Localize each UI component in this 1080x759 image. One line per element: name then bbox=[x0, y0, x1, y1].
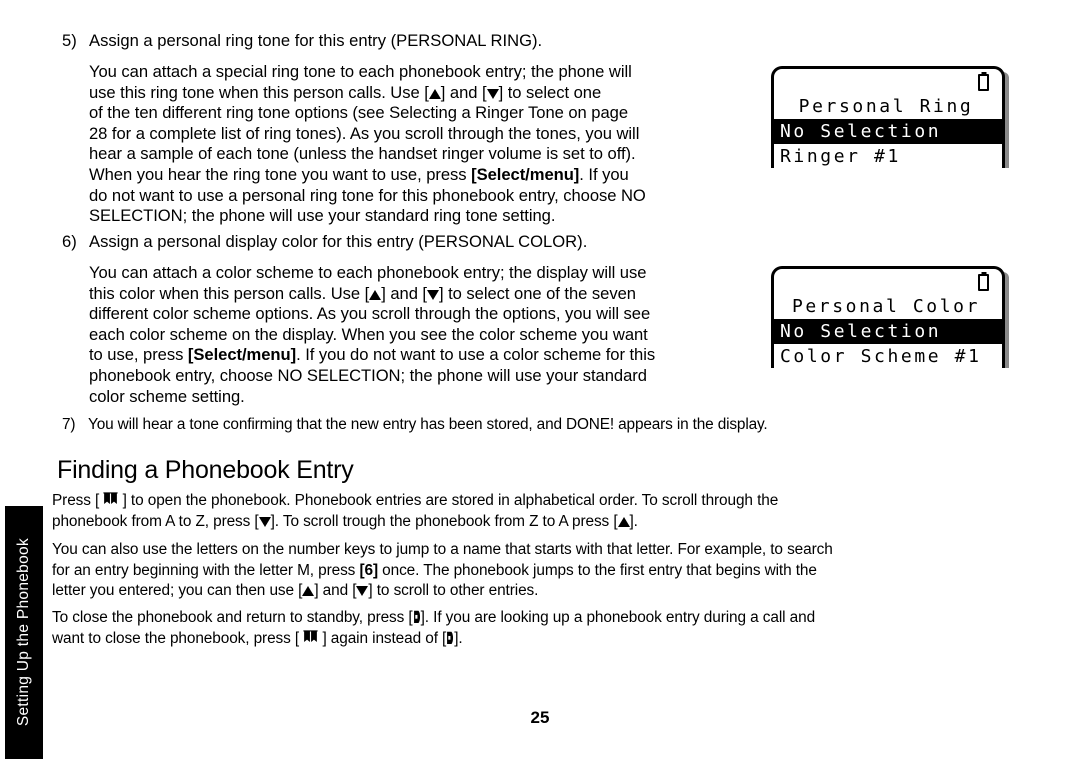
down-arrow-icon bbox=[486, 88, 499, 99]
paragraph-text: want to close the phonebook, press [ bbox=[52, 629, 304, 647]
step-5-line-4: 28 for a complete list of ring tones). A… bbox=[89, 123, 640, 143]
step-5-heading: Assign a personal ring tone for this ent… bbox=[89, 31, 543, 50]
lcd-status-bar bbox=[774, 269, 1002, 295]
paragraph-line: You can also use the letters on the numb… bbox=[52, 541, 833, 558]
up-arrow-icon bbox=[302, 586, 315, 597]
section-side-tab: Setting Up the Phonebook bbox=[5, 506, 43, 759]
paragraph-letter-jump: You can also use the letters on the numb… bbox=[52, 540, 1032, 602]
step-5-number: 5) bbox=[62, 31, 77, 50]
paragraph-line: phonebook from A to Z, press [ ]. To scro… bbox=[52, 512, 1032, 533]
down-arrow-icon bbox=[427, 289, 439, 300]
step-5-line-3: of the ten different ring tone options (… bbox=[89, 103, 628, 123]
paragraph-text: ] to open the phonebook. Phonebook entri… bbox=[122, 492, 779, 509]
page-number: 25 bbox=[530, 708, 550, 727]
step-7-number: 7) bbox=[62, 416, 76, 433]
step-6-line-4: each color scheme on the display. When y… bbox=[89, 324, 648, 344]
down-arrow-icon bbox=[356, 586, 369, 597]
lcd-row[interactable]: Color Scheme #1 bbox=[774, 344, 1002, 368]
lcd-row-selected[interactable]: No Selection bbox=[774, 119, 1002, 144]
paragraph-close-phonebook: To close the phonebook and return to sta… bbox=[52, 608, 1032, 649]
paragraph-text: Press [ bbox=[52, 492, 100, 509]
step-6-line-7: color scheme setting. bbox=[89, 386, 245, 406]
lcd-title-personal-color: Personal Color bbox=[791, 296, 981, 317]
lcd-screen-personal-ring: Personal Ring No Selection Ringer #1 bbox=[771, 66, 1005, 168]
lcd-row[interactable]: Ringer #1 bbox=[774, 144, 1002, 168]
paragraph-text: ] and [ bbox=[314, 582, 357, 600]
step-6-line-5: to use, press [Select/menu]. If you do n… bbox=[89, 345, 656, 365]
paragraph-text: ] to scroll to other entries. bbox=[368, 582, 539, 600]
up-arrow-icon bbox=[369, 289, 382, 300]
paragraph-text: letter you entered; you can then use [ bbox=[52, 582, 303, 600]
paragraph-open-phonebook: Press [ ] to open the phonebook. Phonebo… bbox=[52, 491, 1032, 532]
paragraph-text: once. The phonebook jumps to the first e… bbox=[377, 561, 817, 579]
paragraph-line: letter you entered; you can then use [ ] … bbox=[52, 581, 1032, 602]
up-arrow-icon bbox=[617, 516, 630, 527]
step-5-line-6: When you hear the ring tone you want to … bbox=[89, 164, 629, 184]
document-page: Setting Up the Phonebook 5) Assign a per… bbox=[0, 0, 1080, 759]
lcd-screen-personal-color: Personal Color No Selection Color Scheme… bbox=[771, 266, 1005, 368]
step-6-body: You can attach a color scheme to each ph… bbox=[89, 263, 779, 407]
step-6-line-3: different color scheme options. As you s… bbox=[89, 304, 651, 324]
paragraph-line: want to close the phonebook, press [ ] a… bbox=[52, 629, 1032, 650]
step-5-body: You can attach a special ring tone to ea… bbox=[89, 62, 769, 227]
phonebook-key-icon bbox=[103, 492, 119, 507]
page-title: Finding a Phonebook Entry bbox=[57, 456, 354, 484]
step-6-heading: Assign a personal display color for this… bbox=[89, 232, 588, 251]
step-5-line-8: SELECTION; the phone will use your stand… bbox=[89, 206, 556, 226]
select-menu-key-label: [Select/menu] bbox=[471, 164, 580, 184]
step-6-line-1: You can attach a color scheme to each ph… bbox=[89, 263, 647, 282]
battery-full-icon bbox=[978, 274, 989, 291]
end-call-key-icon bbox=[446, 631, 454, 645]
step-6-number: 6) bbox=[62, 232, 77, 251]
lcd-title-personal-ring: Personal Ring bbox=[798, 96, 974, 117]
phonebook-key-icon bbox=[303, 629, 318, 645]
key-6-label: [6] bbox=[359, 561, 378, 579]
end-call-key-icon bbox=[413, 610, 421, 624]
step-5-line-5: hear a sample of each tone (unless the h… bbox=[89, 144, 636, 164]
lcd-status-bar bbox=[774, 69, 1002, 95]
up-arrow-icon bbox=[428, 88, 441, 99]
step-5-line-7: do not want to use a personal ring tone … bbox=[89, 185, 646, 205]
paragraph-text: To close the phonebook and return to sta… bbox=[52, 609, 413, 626]
paragraph-line: Press [ ] to open the phonebook. Phonebo… bbox=[52, 491, 1032, 512]
paragraph-text: for an entry beginning with the letter M… bbox=[52, 561, 360, 579]
section-side-tab-label: Setting Up the Phonebook bbox=[15, 538, 33, 727]
paragraph-text: ]. bbox=[629, 512, 638, 530]
paragraph-text: ] again instead of [ bbox=[318, 629, 447, 647]
step-6-line-2: this color when this person calls. Use [… bbox=[89, 283, 636, 303]
paragraph-text: ]. bbox=[454, 629, 463, 647]
down-arrow-icon bbox=[258, 516, 271, 527]
paragraph-text: ]. If you are looking up a phonebook ent… bbox=[420, 609, 816, 626]
lcd-row-selected[interactable]: No Selection bbox=[774, 319, 1002, 344]
select-menu-key-label: [Select/menu] bbox=[187, 345, 297, 365]
paragraph-text: phonebook from A to Z, press [ bbox=[52, 512, 259, 530]
step-7-heading: You will hear a tone confirming that the… bbox=[88, 416, 768, 433]
paragraph-text: ]. To scroll trough the phonebook from Z… bbox=[270, 512, 618, 530]
battery-full-icon bbox=[978, 74, 989, 91]
step-5-line-2: use this ring tone when this person call… bbox=[89, 82, 602, 102]
paragraph-line: for an entry beginning with the letter M… bbox=[52, 561, 1032, 582]
paragraph-line: To close the phonebook and return to sta… bbox=[52, 608, 1032, 629]
step-5-line-1: You can attach a special ring tone to ea… bbox=[89, 62, 632, 81]
step-6-line-6: phonebook entry, choose NO SELECTION; th… bbox=[89, 365, 647, 385]
